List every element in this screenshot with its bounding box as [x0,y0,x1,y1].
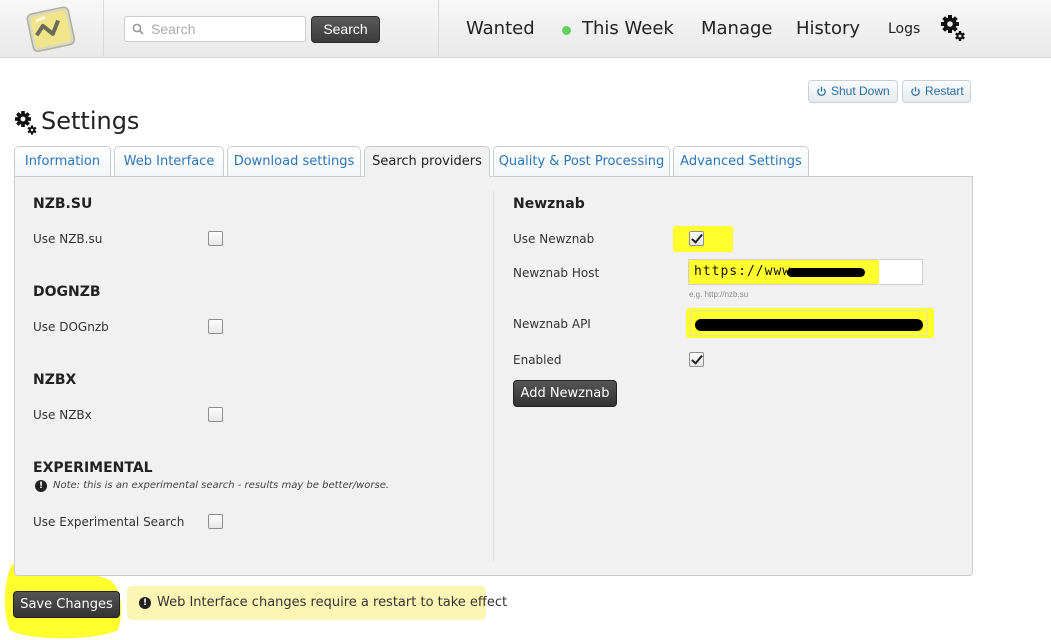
use-nzbsu-checkbox[interactable] [208,231,223,246]
tab-search-providers[interactable]: Search providers [364,146,490,177]
nav-logs[interactable]: Logs [888,21,920,37]
info-icon: ! [35,480,47,492]
section-title-dognzb: DOGNZB [33,284,101,300]
enabled-checkbox[interactable] [689,352,704,367]
save-changes-button[interactable]: Save Changes [13,591,120,618]
nav-this-week[interactable]: This Week [582,18,674,39]
use-nzbx-checkbox[interactable] [208,407,223,422]
use-newznab-checkbox[interactable] [689,231,704,246]
use-newznab-label: Use Newznab [513,232,595,246]
use-dognzb-checkbox[interactable] [208,319,223,334]
section-title-newznab: Newznab [513,196,585,212]
settings-panel: NZB.SU Use NZB.su DOGNZB Use DOGnzb NZBX… [14,176,973,576]
search-box[interactable] [124,16,306,42]
redaction-mark [695,319,923,331]
tab-quality-post-processing[interactable]: Quality & Post Processing [493,146,670,177]
app-logo[interactable] [24,4,80,56]
experimental-note: Note: this is an experimental search - r… [53,480,390,491]
column-divider [493,191,494,561]
logo-area [0,0,104,58]
enabled-label: Enabled [513,353,562,367]
section-title-nzbx: NZBX [33,372,77,388]
nav-manage[interactable]: Manage [701,18,773,39]
use-dognzb-label: Use DOGnzb [33,320,109,334]
newznab-host-hint: e.g. http://nzb.su [689,290,749,299]
status-dot [562,26,571,35]
power-icon [911,86,920,97]
restart-notice: ! Web Interface changes require a restar… [127,586,507,620]
tab-download-settings[interactable]: Download settings [227,146,361,177]
use-experimental-label: Use Experimental Search [33,515,185,529]
use-experimental-checkbox[interactable] [208,514,223,529]
newznab-host-value: https://www. [694,264,800,279]
gear-icon[interactable] [940,14,966,42]
use-nzbsu-label: Use NZB.su [33,232,103,246]
top-header: Search Wanted This Week Manage History L… [0,0,1051,58]
newznab-api-label: Newznab API [513,317,591,331]
search-input[interactable] [151,19,301,39]
shutdown-label: Shut Down [831,84,890,98]
power-icon [817,86,826,97]
tab-advanced-settings[interactable]: Advanced Settings [673,146,809,177]
shutdown-button[interactable]: Shut Down [808,80,898,103]
settings-gear-icon [15,111,37,135]
use-nzbx-label: Use NZBx [33,408,92,422]
restart-button[interactable]: Restart [902,80,971,103]
newznab-host-label: Newznab Host [513,266,600,280]
info-icon: ! [139,597,151,609]
redaction-mark [787,268,865,277]
search-area: Search [104,0,439,58]
search-button[interactable]: Search [311,16,380,43]
newznab-host-field[interactable]: https://www. [688,259,923,285]
tab-information[interactable]: Information [14,146,111,177]
newznab-api-field[interactable] [690,310,928,336]
section-title-nzbsu: NZB.SU [33,196,93,212]
restart-label: Restart [925,84,964,98]
page-title-text: Settings [41,107,140,135]
nav-wanted[interactable]: Wanted [466,18,535,39]
section-title-experimental: EXPERIMENTAL [33,460,153,476]
tab-web-interface[interactable]: Web Interface [114,146,224,177]
add-newznab-button[interactable]: Add Newznab [513,380,617,407]
nav-history[interactable]: History [796,18,860,39]
restart-notice-text: Web Interface changes require a restart … [157,595,508,610]
search-icon [132,23,144,35]
